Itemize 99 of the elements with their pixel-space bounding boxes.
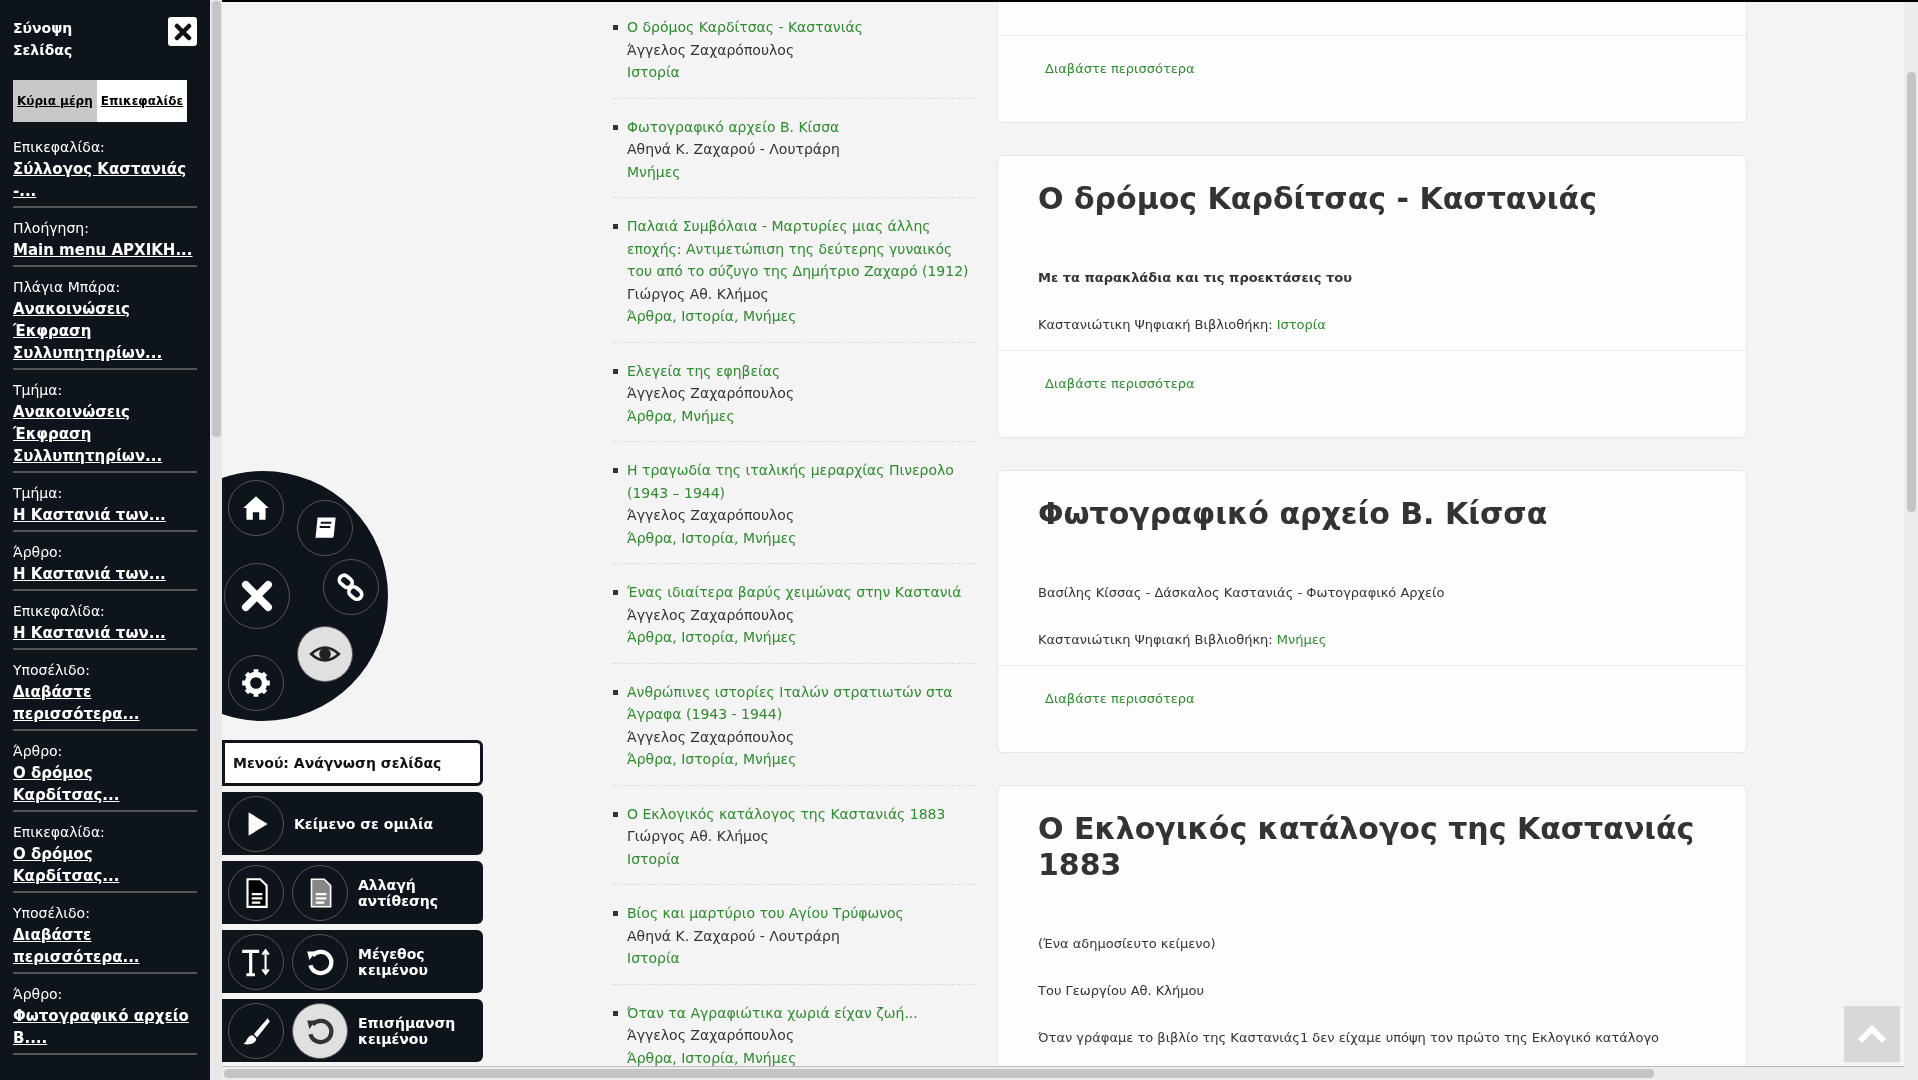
article-title: Φωτογραφικό αρχείο Β. Κίσσα <box>1038 496 1549 532</box>
read-more-link[interactable]: Διαβάστε περισσότερα <box>1045 61 1195 76</box>
article-link[interactable]: Ένας ιδιαίτερα βαρύς χειμώνας στην Καστανιά <box>627 581 962 604</box>
article-author: Γιώργος Αθ. Κλήμος <box>627 827 770 846</box>
category-label: Καστανιώτικη Ψηφιακή Βιβλιοθήκη: <box>1038 631 1273 649</box>
chevron-up-icon <box>1857 1024 1887 1044</box>
sidebar-scrollbar[interactable] <box>210 0 222 1080</box>
book-button[interactable] <box>297 500 353 556</box>
sidebar-link[interactable]: Η Καστανιά των... <box>13 563 197 585</box>
sidebar-label: Υποσέλιδο: <box>13 661 91 680</box>
article-link[interactable]: Ανθρώπινες ιστορίες Ιταλών στρατιωτών στα Άγραφα (1943 - 1944) <box>627 680 975 726</box>
bullet-icon <box>613 468 618 473</box>
article-link[interactable]: Ο Εκλογικός κατάλογος της Καστανιάς 1883 <box>627 802 946 825</box>
read-more-link[interactable]: Διαβάστε περισσότερα <box>1045 376 1195 391</box>
sidebar-link[interactable]: Ο δρόμος Καρδίτσας... <box>13 762 197 806</box>
eye-button[interactable] <box>297 626 353 682</box>
article-paragraph: Όταν γράφαμε το βιβλίο της Καστανιάς1 δεν είχαμε υπόψη τον πρώτο της Εκλογικό κατάλογο <box>1038 1029 1661 1047</box>
sidebar-link[interactable]: Σύλλογος Καστανιάς -... <box>13 158 197 202</box>
bullet-icon <box>613 911 618 916</box>
bullet-icon <box>613 689 618 695</box>
sidebar-link[interactable]: Ανακοινώσεις Έκφραση Συλλυπητηρίων... <box>13 401 197 467</box>
close-icon <box>173 22 192 41</box>
sidebar-tab[interactable]: Κύρια μέρη <box>13 80 97 122</box>
link-button[interactable] <box>323 559 379 615</box>
article-paragraph: Βασίλης Κίσσας - Δάσκαλος Καστανιάς - Φωτογραφικό Αρχείο <box>1038 584 1446 602</box>
sidebar-link[interactable]: Διαβάστε περισσότερα... <box>13 924 197 968</box>
article-paragraph: (Ένα αδημοσίευτο κείμενο) <box>1038 935 1217 953</box>
home-button[interactable] <box>228 480 284 536</box>
article-author: Άγγελος Ζαχαρόπουλος <box>627 727 796 747</box>
sidebar-link[interactable]: Ανακοινώσεις Έκφραση Συλλυπητηρίων... <box>13 298 197 364</box>
article-title: Ο Εκλογικός κατάλογος της Καστανιάς 1883 <box>1038 811 1696 883</box>
article-paragraph: Του Γεωργίου Αθ. Κλήμου <box>1038 982 1205 1000</box>
article-title: Ο δρόμος Καρδίτσας - Καστανιάς <box>1038 181 1598 217</box>
bullet-icon <box>613 224 618 229</box>
article-link[interactable]: Φωτογραφικό αρχείο Β. Κίσσα <box>627 115 840 138</box>
menu-button[interactable]: Αλλαγή αντίθεσης <box>222 861 483 924</box>
sidebar-label: Τμήμα: <box>13 484 64 503</box>
article-categories[interactable]: Άρθρα, Ιστορία, Μνήμες <box>627 626 962 649</box>
article-link[interactable]: Όταν τα Αγραφιώτικα χωριά είχαν ζωή... <box>627 1001 918 1024</box>
sidebar-label: Άρθρο: <box>13 985 64 1004</box>
article-author: Γιώργος Αθ. Κλήμος <box>627 284 770 304</box>
sidebar-label: Επικεφαλίδα: <box>13 602 106 621</box>
bullet-icon <box>613 368 618 374</box>
sidebar-link[interactable]: Διαβάστε περισσότερα... <box>13 681 197 725</box>
read-more-link[interactable]: Διαβάστε περισσότερα <box>1045 691 1195 706</box>
article-categories[interactable]: Ιστορία <box>627 947 904 970</box>
article-author: Άγγελος Ζαχαρόπουλος <box>627 506 796 525</box>
sidebar-link[interactable]: Η Καστανιά των... <box>13 622 197 644</box>
article-categories[interactable]: Άρθρα, Ιστορία, Μνήμες <box>627 526 975 549</box>
article-categories[interactable]: Άρθρα, Ιστορία, Μνήμες <box>627 748 975 771</box>
close-button[interactable] <box>168 17 197 46</box>
article-categories[interactable]: Άρθρα, Ιστορία, Μνήμες <box>627 1046 918 1069</box>
settings-icon <box>239 666 273 700</box>
article-categories[interactable]: Μνήμες <box>627 160 840 183</box>
article-author: Άγγελος Ζαχαρόπουλος <box>627 605 796 625</box>
category-link[interactable]: Ιστορία <box>1276 316 1326 334</box>
sidebar-link[interactable]: Φωτογραφικό αρχείο Β.... <box>13 1005 197 1049</box>
article-link[interactable]: Ελεγεία της εφηβείας <box>627 359 795 382</box>
sidebar-link[interactable]: Η Καστανιά των... <box>13 504 197 526</box>
sidebar-label: Υποσέλιδο: <box>13 904 91 923</box>
sidebar-tab[interactable]: Επικεφαλίδε <box>96 80 188 122</box>
menu-button[interactable]: Επισήμανση κειμένου <box>222 999 483 1062</box>
article-author: Άγγελος Ζαχαρόπουλος <box>627 384 795 403</box>
horizontal-scrollbar[interactable] <box>222 1066 1904 1080</box>
settings-button[interactable] <box>228 655 284 711</box>
article-link[interactable]: Ο δρόμος Καρδίτσας - Καστανιάς <box>627 16 863 39</box>
article-categories[interactable]: Άρθρα, Ιστορία, Μνήμες <box>627 305 975 328</box>
article-author: Αθηνά Κ. Ζαχαρού - Λουτράρη <box>627 926 841 946</box>
bullet-icon <box>613 1010 618 1016</box>
sidebar-label: Άρθρο: <box>13 543 64 562</box>
bullet-icon <box>613 25 618 30</box>
page-scrollbar[interactable] <box>1904 2 1918 1080</box>
article-link[interactable]: Η τραγωδία της ιταλικής μεραρχίας Πινερολο (1943 – 1944) <box>627 459 975 504</box>
article-author: Αθηνά Κ. Ζαχαρού - Λουτράρη <box>627 140 840 159</box>
sidebar-label: Πλάγια Μπάρα: <box>13 278 122 297</box>
article-link[interactable]: Βίος και μαρτύριο του Αγίου Τρύφωνος <box>627 902 904 925</box>
sidebar-label: Επικεφαλίδα: <box>13 138 106 157</box>
article-categories[interactable]: Ιστορία <box>627 847 946 870</box>
menu-button[interactable]: Κείμενο σε ομιλία <box>222 792 483 855</box>
sidebar-title: Σύνοψη Σελίδας <box>13 19 74 60</box>
sidebar-link[interactable]: Ο δρόμος Καρδίτσας... <box>13 843 197 887</box>
menu-button[interactable]: Μέγεθος κειμένου <box>222 930 483 993</box>
bullet-icon <box>613 590 618 595</box>
sidebar-label: Πλοήγηση: <box>13 219 90 238</box>
menu-title: Μενού: Ανάγνωση σελίδας <box>222 740 483 786</box>
article-author: Άγγελος Ζαχαρόπουλος <box>627 40 796 60</box>
category-link[interactable]: Μνήμες <box>1276 631 1327 649</box>
article-paragraph: Με τα παρακλάδια και τις προεκτάσεις του <box>1038 269 1353 287</box>
article-link[interactable]: Παλαιά Συμβόλαια - Μαρτυρίες μιας άλλης εποχής: Αντιμετώπιση της δεύτερης γυναικός του από το σύζυγο της Δημήτριο Ζαχαρό (1912) <box>627 215 975 283</box>
sidebar-label: Άρθρο: <box>13 742 64 761</box>
bullet-icon <box>613 124 618 130</box>
category-label: Καστανιώτικη Ψηφιακή Βιβλιοθήκη: <box>1038 316 1273 334</box>
article-author: Άγγελος Ζαχαρόπουλος <box>627 1026 796 1045</box>
article-categories[interactable]: Ιστορία <box>627 61 863 84</box>
bullet-icon <box>613 811 618 817</box>
sidebar-link[interactable]: Main menu ΑΡΧΙΚΗ... <box>13 239 197 261</box>
sidebar-label: Τμήμα: <box>13 381 64 400</box>
article-categories[interactable]: Άρθρα, Μνήμες <box>627 404 795 427</box>
sidebar-label: Επικεφαλίδα: <box>13 823 106 842</box>
